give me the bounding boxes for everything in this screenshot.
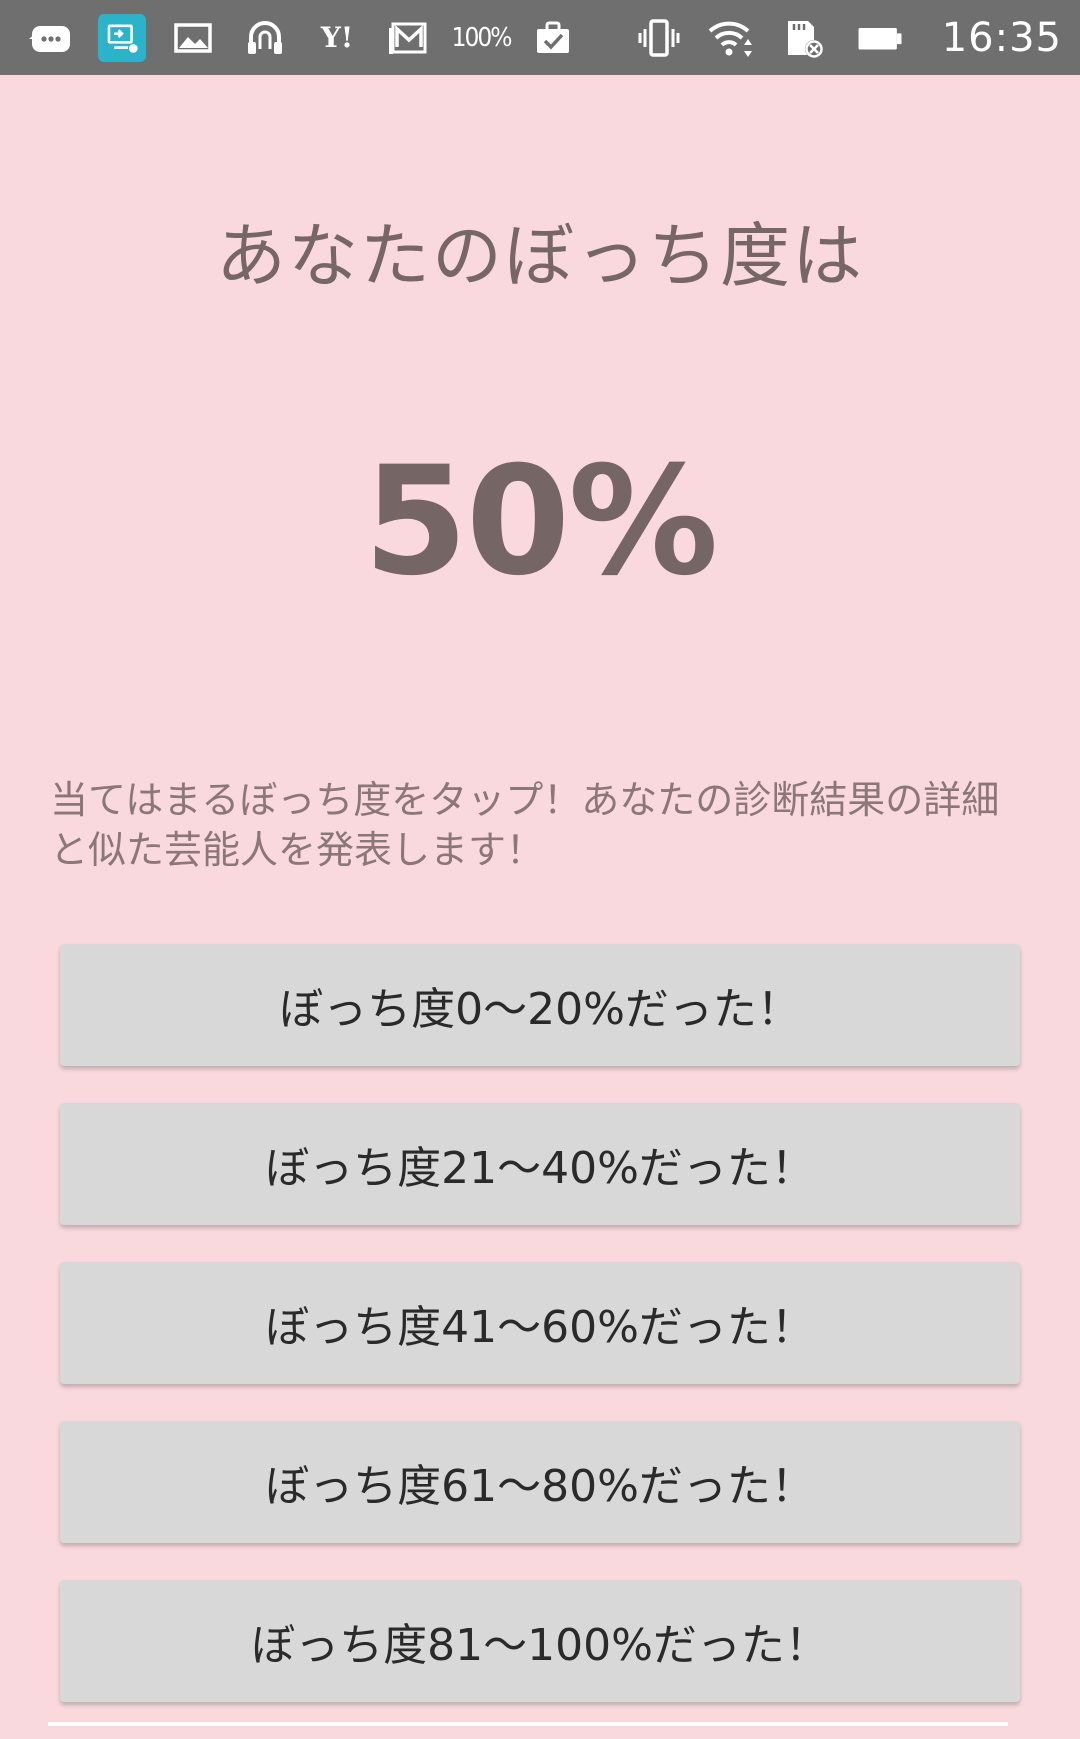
gmail-icon <box>384 15 434 61</box>
screen-mirror-app-icon <box>98 13 146 62</box>
status-bar-notifications: Y! 100% <box>26 13 578 62</box>
vibrate-icon <box>634 15 684 61</box>
chat-bubble-icon <box>26 15 76 61</box>
sd-card-icon <box>778 15 828 61</box>
result-heading: あなたのぼっち度は <box>216 215 864 297</box>
status-bar-system: 16:35 <box>634 15 1062 61</box>
range-button-81-100[interactable]: ぼっち度81〜100%だった！ <box>60 1580 1020 1702</box>
range-button-0-20[interactable]: ぼっち度0〜20%だった！ <box>60 944 1020 1066</box>
range-button-41-60[interactable]: ぼっち度41〜60%だった！ <box>60 1262 1020 1384</box>
result-percent: 50% <box>363 435 718 609</box>
clipboard-check-icon <box>528 15 578 61</box>
range-button-list: ぼっち度0〜20%だった！ ぼっち度21〜40%だった！ ぼっち度41〜60%だ… <box>60 944 1020 1739</box>
hundred-percent-icon: 100% <box>451 22 513 53</box>
headset-icon <box>240 15 290 61</box>
range-button-21-40[interactable]: ぼっち度21〜40%だった！ <box>60 1103 1020 1225</box>
gallery-icon <box>168 15 218 61</box>
wifi-icon <box>706 15 756 61</box>
instruction-text: 当てはまるぼっち度をタップ！あなたの診断結果の詳細と似た芸能人を発表します！ <box>50 778 1000 872</box>
battery-icon <box>850 15 910 61</box>
status-bar: Y! 100% 16:35 <box>0 0 1080 75</box>
clock: 16:35 <box>941 14 1062 61</box>
yahoo-icon: Y! <box>320 21 354 54</box>
range-button-61-80[interactable]: ぼっち度61〜80%だった！ <box>60 1421 1020 1543</box>
bottom-divider <box>48 1722 1008 1726</box>
